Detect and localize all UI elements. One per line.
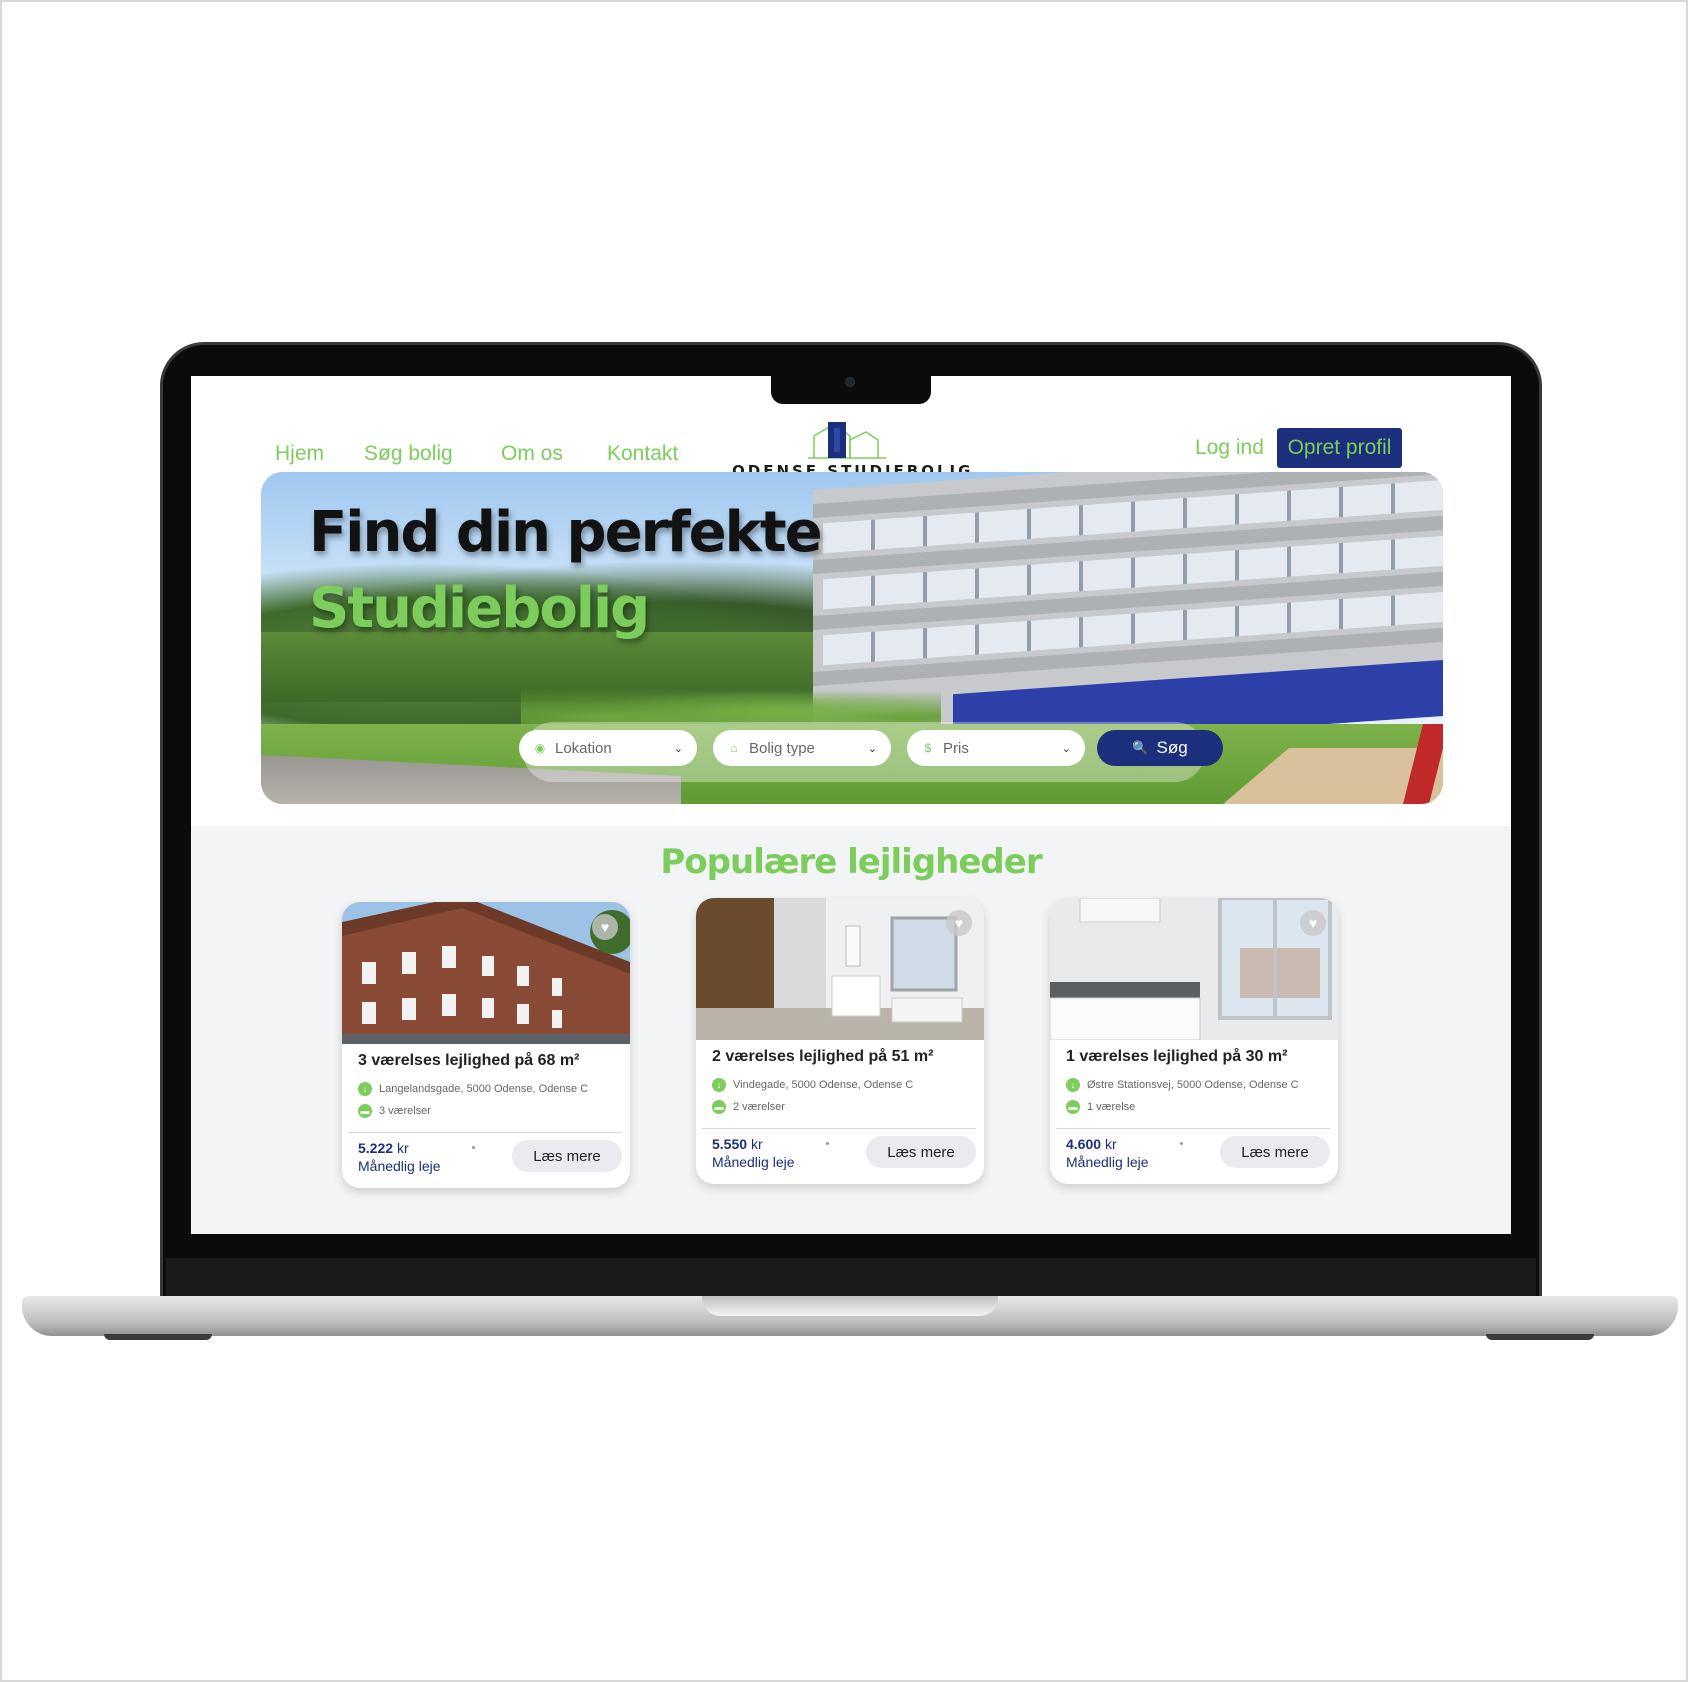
favorite-heart-icon[interactable]: ♥ — [592, 914, 618, 940]
apartment-address: ↓ Langelandsgade, 5000 Odense, Odense C — [358, 1082, 588, 1096]
apartment-rooms-text: 3 værelser — [379, 1105, 431, 1117]
apartment-rooms-text: 2 værelser — [733, 1101, 785, 1113]
price-value: 5.550 — [712, 1136, 748, 1152]
price-currency: kr — [396, 1140, 409, 1156]
apartment-address-text: Langelandsgade, 5000 Odense, Odense C — [379, 1083, 589, 1095]
laptop-bezel-bottom — [166, 1258, 1536, 1298]
apartment-card[interactable]: ♥ 2 værelses lejlighed på 51 m² ↓ Vindeg… — [696, 898, 984, 1184]
read-more-button[interactable]: Læs mere — [866, 1136, 976, 1168]
price-value: 5.222 — [358, 1140, 394, 1156]
price-currency: kr — [1104, 1136, 1117, 1152]
apartment-address: ↓ Østre Stationsvej, 5000 Odense, Odense… — [1066, 1078, 1299, 1092]
price-label: Månedlig leje — [712, 1154, 795, 1170]
home-icon: ⌂ — [730, 741, 738, 755]
apartment-address-text: Vindegade, 5000 Odense, Odense C — [733, 1079, 914, 1091]
apartment-photo — [1050, 898, 1338, 1040]
card-divider — [702, 1128, 976, 1129]
nav-link-kontakt[interactable]: Kontakt — [607, 442, 678, 466]
login-link[interactable]: Log ind — [1195, 436, 1264, 460]
nav-link-hjem[interactable]: Hjem — [275, 442, 324, 466]
hero-title: Find din perfekte — [309, 500, 823, 565]
apartment-card[interactable]: ♥ 1 værelses lejlighed på 30 m² ↓ Østre … — [1050, 898, 1338, 1184]
favorite-heart-icon[interactable]: ♥ — [1300, 910, 1326, 936]
price-select-label: Pris — [943, 739, 969, 757]
bed-icon: ▬ — [1066, 1100, 1080, 1114]
search-bar: ◉ Lokation ⌄ ⌂ Bolig type ⌄ $ Pris ⌄ 🔍 S… — [519, 722, 1223, 782]
hero-banner: Find din perfekte Studiebolig ◉ Lokation… — [261, 472, 1443, 804]
apartment-rooms: ▬ 1 værelse — [1066, 1100, 1135, 1114]
nav-link-om-os[interactable]: Om os — [501, 442, 563, 466]
card-dot — [472, 1146, 475, 1149]
price-select[interactable]: $ Pris ⌄ — [907, 730, 1085, 766]
apartment-rooms: ▬ 2 værelser — [712, 1100, 785, 1114]
price-value: 4.600 — [1066, 1136, 1102, 1152]
apartment-address: ↓ Vindegade, 5000 Odense, Odense C — [712, 1078, 913, 1092]
price-label: Månedlig leje — [358, 1158, 441, 1174]
location-pin-icon: ◉ — [534, 741, 546, 755]
section-title: Populære lejligheder — [660, 842, 1042, 882]
address-icon: ↓ — [358, 1082, 372, 1096]
apartment-rooms-text: 1 værelse — [1087, 1101, 1136, 1113]
favorite-heart-icon[interactable]: ♥ — [946, 910, 972, 936]
apartment-photo — [342, 902, 630, 1044]
laptop-screen: Hjem Søg bolig Om os Kontakt ODENSE STUD… — [191, 376, 1511, 1234]
location-select[interactable]: ◉ Lokation ⌄ — [519, 730, 697, 766]
apartment-price: 5.550 kr — [712, 1136, 763, 1152]
search-icon: 🔍 — [1132, 740, 1149, 755]
apartment-price: 4.600 kr — [1066, 1136, 1117, 1152]
bed-icon: ▬ — [712, 1100, 726, 1114]
card-dot — [1180, 1142, 1183, 1145]
read-more-button[interactable]: Læs mere — [512, 1140, 622, 1172]
search-button[interactable]: 🔍 Søg — [1097, 730, 1223, 766]
laptop-opening-notch — [702, 1296, 998, 1316]
apartment-address-text: Østre Stationsvej, 5000 Odense, Odense C — [1087, 1079, 1299, 1091]
chevron-down-icon: ⌄ — [673, 742, 683, 755]
price-currency: kr — [750, 1136, 763, 1152]
apartment-rooms: ▬ 3 værelser — [358, 1104, 431, 1118]
address-icon: ↓ — [1066, 1078, 1080, 1092]
read-more-button[interactable]: Læs mere — [1220, 1136, 1330, 1168]
card-dot — [826, 1142, 829, 1145]
logo-house-icon — [808, 422, 886, 459]
price-label: Månedlig leje — [1066, 1154, 1149, 1170]
signup-button[interactable]: Opret profil — [1277, 428, 1402, 468]
laptop-foot-right — [1486, 1334, 1594, 1340]
address-icon: ↓ — [712, 1078, 726, 1092]
chevron-down-icon: ⌄ — [1061, 742, 1071, 755]
nav-link-soeg-bolig[interactable]: Søg bolig — [364, 442, 453, 466]
type-select[interactable]: ⌂ Bolig type ⌄ — [713, 730, 891, 766]
apartment-price: 5.222 kr — [358, 1140, 409, 1156]
card-divider — [1056, 1128, 1330, 1129]
laptop-foot-left — [104, 1334, 212, 1340]
apartment-card[interactable]: ♥ 3 værelses lejlighed på 68 m² ↓ Langel… — [342, 902, 630, 1188]
location-select-label: Lokation — [555, 739, 612, 757]
chevron-down-icon: ⌄ — [867, 742, 877, 755]
popular-section: Populære lejligheder ♥ 3 værelses lejlig… — [191, 826, 1511, 1234]
apartment-title: 3 værelses lejlighed på 68 m² — [358, 1052, 580, 1069]
card-divider — [348, 1132, 622, 1133]
hero-subtitle: Studiebolig — [309, 576, 650, 641]
apartment-photo — [696, 898, 984, 1040]
apartment-title: 1 værelses lejlighed på 30 m² — [1066, 1048, 1288, 1065]
search-button-label: Søg — [1156, 738, 1188, 757]
dollar-icon: $ — [924, 741, 932, 755]
type-select-label: Bolig type — [749, 739, 815, 757]
camera-lens — [845, 377, 855, 387]
apartment-title: 2 værelses lejlighed på 51 m² — [712, 1048, 934, 1065]
bed-icon: ▬ — [358, 1104, 372, 1118]
